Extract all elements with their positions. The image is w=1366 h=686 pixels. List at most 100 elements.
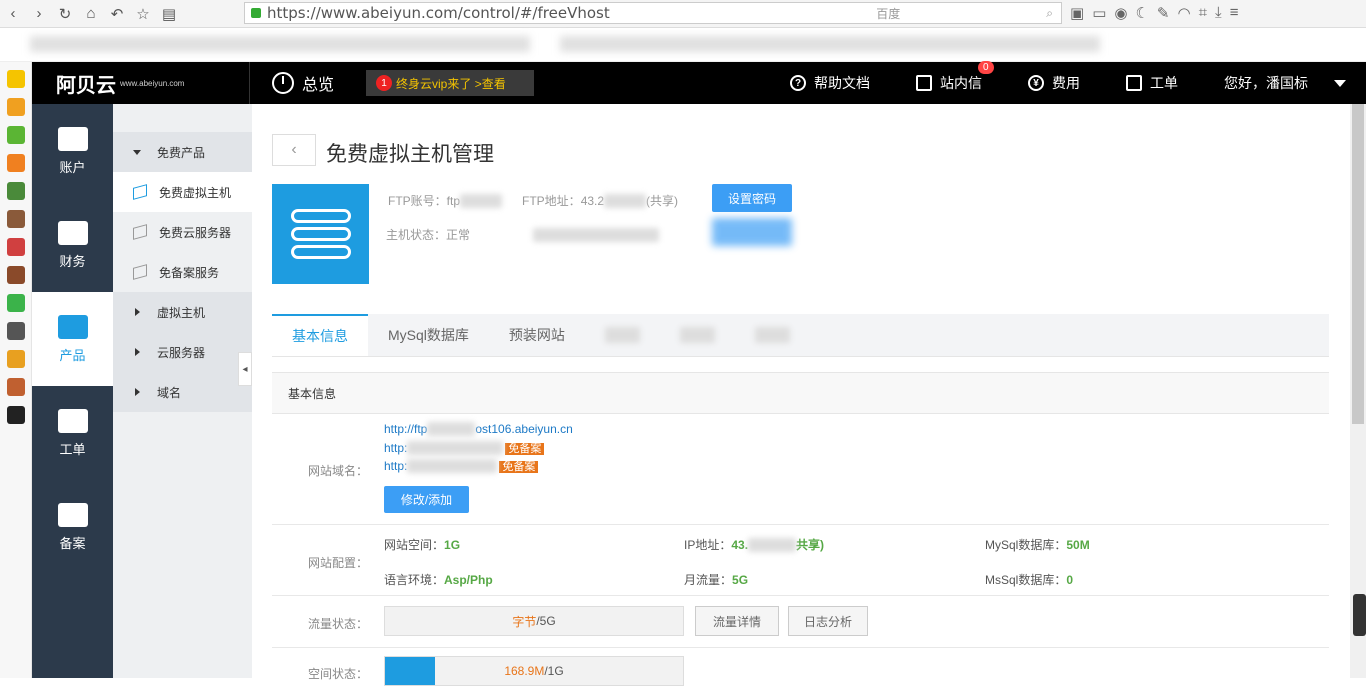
crop-icon[interactable]: ⌗: [1199, 4, 1207, 22]
reload-icon[interactable]: ↻: [52, 1, 78, 27]
submenu-group-free-products[interactable]: 免费产品: [113, 132, 252, 172]
log-analysis-button[interactable]: 日志分析: [788, 606, 868, 636]
sidebar-item-products[interactable]: 产品: [32, 292, 113, 386]
promo-badge: 1: [376, 75, 393, 91]
weibo-icon[interactable]: [6, 350, 25, 368]
promo-banner[interactable]: 1 终身云vip来了 >查看: [366, 70, 535, 96]
set-password-button[interactable]: 设置密码: [712, 184, 792, 212]
app-icon[interactable]: [6, 266, 25, 284]
domain-link[interactable]: http:xxxxxxxxxxxxxxx免备案: [384, 458, 539, 474]
lock-icon: [251, 8, 261, 18]
user-greeting[interactable]: 您好，潘国标: [1224, 73, 1308, 93]
sidebar-item-label: 工单: [59, 441, 86, 457]
screenshot-icon[interactable]: ▣: [1070, 4, 1084, 22]
sidebar-item-label: 财务: [59, 253, 86, 269]
ftp-account-value: ftp: [446, 194, 461, 208]
collapse-menu-icon[interactable]: ◂: [238, 352, 252, 386]
home-icon[interactable]: ⌂: [78, 1, 104, 27]
main-content: ‹ 免费虚拟主机管理 FTP账号：ftpxxxxxxx FTP地址：43.2xx…: [252, 104, 1350, 686]
traffic-progress-bar: 字节/5G: [384, 606, 684, 636]
undo-icon[interactable]: ↶: [104, 1, 130, 27]
tab-redacted[interactable]: xxxxx: [735, 314, 810, 356]
side-panel-handle[interactable]: [1353, 594, 1366, 636]
domain-link[interactable]: http://ftpxxxxxxxxost106.abeiyun.cn: [384, 422, 573, 436]
tab-bar: 基本信息 MySql数据库 预装网站 xxxxx xxxxx xxxxx: [272, 314, 1329, 357]
space-progress-bar: 168.9M/1G: [384, 656, 684, 686]
layers-icon: [133, 224, 147, 240]
mail-icon[interactable]: [6, 238, 25, 256]
tab-preinstalled-sites[interactable]: 预装网站: [489, 314, 585, 356]
divider: [272, 647, 1329, 648]
tab-redacted[interactable]: xxxxx: [585, 314, 660, 356]
theme-icon[interactable]: ☾: [1135, 4, 1148, 22]
tab-redacted[interactable]: xxxxx: [660, 314, 735, 356]
logo[interactable]: 阿贝云 www.abeiyun.com: [32, 62, 250, 104]
space-item: 网站空间：1G: [384, 538, 461, 552]
submenu-item-no-filing[interactable]: 免备案服务: [113, 252, 252, 292]
download-icon[interactable]: ⤓: [1215, 4, 1222, 22]
submenu-group-cloud-server[interactable]: 云服务器: [113, 332, 252, 372]
browser-side-strip: [0, 62, 32, 678]
host-status-value: 正常: [446, 228, 471, 242]
modify-add-button[interactable]: 修改/添加: [384, 486, 469, 513]
favorites-icon[interactable]: [6, 70, 25, 88]
overview-link[interactable]: 总览: [272, 71, 334, 95]
game-icon[interactable]: [6, 126, 25, 144]
help-label: 帮助文档: [814, 75, 870, 91]
submenu-group-vhost[interactable]: 虚拟主机: [113, 292, 252, 332]
search-engine-label[interactable]: 百度: [876, 5, 900, 22]
back-icon[interactable]: ‹: [0, 1, 26, 27]
submenu-item-free-cloud-server[interactable]: 免费云服务器: [113, 212, 252, 252]
submenu-group-domain[interactable]: 域名: [113, 372, 252, 412]
search-icon[interactable]: ⌕: [1046, 6, 1053, 21]
headset-icon[interactable]: ◠: [1178, 4, 1191, 22]
fees-link[interactable]: ¥ 费用: [1028, 73, 1080, 93]
submenu-item-free-vhost[interactable]: 免费虚拟主机: [113, 172, 252, 212]
menu-icon[interactable]: ≡: [1230, 4, 1239, 22]
address-bar[interactable]: https://www.abeiyun.com/control/#/freeVh…: [244, 2, 1062, 24]
forward-icon[interactable]: ›: [26, 1, 52, 27]
overview-label: 总览: [302, 77, 335, 94]
extension-icon[interactable]: ◉: [1114, 4, 1127, 22]
tools-icon[interactable]: ✎: [1157, 4, 1170, 22]
sidebar-item-account[interactable]: 账户: [32, 104, 113, 198]
promo-text: 终身云vip来了 >查看: [396, 76, 506, 91]
products-icon: [57, 314, 88, 339]
filing-icon: [57, 502, 88, 527]
reader-icon[interactable]: ▤: [156, 1, 182, 27]
traffic-detail-button[interactable]: 流量详情: [695, 606, 779, 636]
divider: [272, 595, 1329, 596]
wechat-icon[interactable]: [6, 294, 25, 312]
tickets-link[interactable]: 工单: [1126, 73, 1178, 93]
redacted-text: xxxxxxxxxxxxxxxxxxxxx: [533, 228, 660, 242]
sidebar-item-finance[interactable]: 财务: [32, 198, 113, 292]
submenu-label: 免费云服务器: [159, 225, 232, 240]
cat-icon[interactable]: [6, 406, 25, 424]
window-icon[interactable]: ▭: [1092, 4, 1106, 22]
scrollbar-thumb[interactable]: [1352, 104, 1364, 424]
back-button[interactable]: ‹: [272, 134, 316, 166]
dashboard-icon: [272, 72, 294, 94]
redacted-button[interactable]: [712, 218, 792, 246]
app-icon[interactable]: [6, 182, 25, 200]
help-docs-link[interactable]: ? 帮助文档: [790, 73, 870, 93]
sidebar-item-tickets[interactable]: 工单: [32, 386, 113, 480]
tab-mysql[interactable]: MySql数据库: [368, 314, 489, 356]
app-icon[interactable]: [6, 210, 25, 228]
rss-icon[interactable]: [6, 154, 25, 172]
monkey-icon[interactable]: [6, 378, 25, 396]
sidebar-item-label: 备案: [59, 535, 86, 551]
film-icon[interactable]: [6, 322, 25, 340]
page-scrollbar[interactable]: [1350, 104, 1366, 678]
notes-icon[interactable]: [6, 98, 25, 116]
messages-label: 站内信: [940, 75, 982, 91]
submenu-label: 免费虚拟主机: [159, 185, 232, 200]
sidebar-item-filing[interactable]: 备案: [32, 480, 113, 574]
star-icon[interactable]: ☆: [130, 1, 156, 27]
user-menu-chevron-down-icon[interactable]: [1334, 79, 1346, 87]
config-label: 网站配置：: [308, 556, 369, 570]
yuan-icon: ¥: [1028, 75, 1044, 91]
tab-basic-info[interactable]: 基本信息: [272, 314, 368, 356]
domain-link[interactable]: http:xxxxxxxxxxxxxxxx免备案: [384, 440, 545, 456]
messages-link[interactable]: 站内信 0: [916, 61, 994, 93]
